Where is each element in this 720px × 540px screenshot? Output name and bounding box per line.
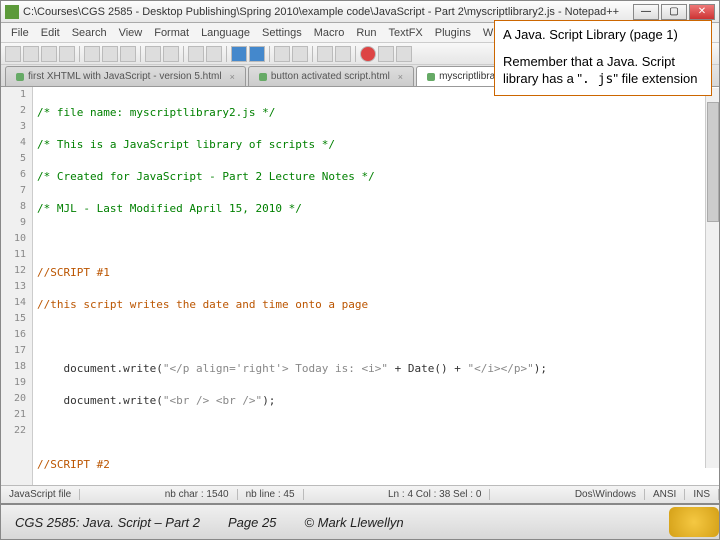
wrap-icon[interactable] (274, 46, 290, 62)
record-icon[interactable] (360, 46, 376, 62)
status-eol: Dos\Windows (567, 489, 645, 500)
tab-file-1[interactable]: first XHTML with JavaScript - version 5.… (5, 66, 246, 86)
status-lines: nb line : 45 (238, 489, 304, 500)
statusbar: JavaScript file nb char : 1540 nb line :… (1, 485, 719, 503)
separator (355, 46, 356, 62)
line-number: 13 (1, 281, 32, 297)
callout-body: Remember that a Java. Script library has… (503, 54, 703, 89)
line-number: 18 (1, 361, 32, 377)
tab-label: first XHTML with JavaScript - version 5.… (28, 71, 222, 82)
menu-language[interactable]: Language (195, 27, 256, 39)
footer-copyright: © Mark Llewellyn (290, 515, 417, 530)
line-number: 7 (1, 185, 32, 201)
separator (183, 46, 184, 62)
status-encoding: ANSI (645, 489, 685, 500)
zoom-in-icon[interactable] (231, 46, 247, 62)
separator (269, 46, 270, 62)
menu-run[interactable]: Run (350, 27, 382, 39)
line-number: 4 (1, 137, 32, 153)
status-filetype: JavaScript file (1, 489, 80, 500)
status-insert: INS (685, 489, 719, 500)
minimize-button[interactable]: — (633, 4, 659, 20)
showall-icon[interactable] (292, 46, 308, 62)
editor-area: 1 2 3 4 5 6 7 8 9 10 11 12 13 14 15 16 1… (1, 87, 719, 485)
status-chars: nb char : 1540 (157, 489, 238, 500)
indent-icon[interactable] (317, 46, 333, 62)
close-tab-icon[interactable]: × (398, 72, 403, 82)
separator (312, 46, 313, 62)
window-title: C:\Courses\CGS 2585 - Desktop Publishing… (23, 6, 633, 18)
menu-macro[interactable]: Macro (308, 27, 351, 39)
maximize-button[interactable]: ▢ (661, 4, 687, 20)
redo-icon[interactable] (163, 46, 179, 62)
line-number: 5 (1, 153, 32, 169)
code-area[interactable]: /* file name: myscriptlibrary2.js */ /* … (33, 87, 719, 485)
line-number: 9 (1, 217, 32, 233)
line-gutter: 1 2 3 4 5 6 7 8 9 10 11 12 13 14 15 16 1… (1, 87, 33, 485)
line-number: 22 (1, 425, 32, 441)
stop-icon[interactable] (396, 46, 412, 62)
line-number: 16 (1, 329, 32, 345)
line-number: 17 (1, 345, 32, 361)
line-number: 6 (1, 169, 32, 185)
saveall-icon[interactable] (59, 46, 75, 62)
status-position: Ln : 4 Col : 38 Sel : 0 (380, 489, 490, 500)
separator (140, 46, 141, 62)
menu-edit[interactable]: Edit (35, 27, 66, 39)
line-number: 15 (1, 313, 32, 329)
menu-view[interactable]: View (113, 27, 149, 39)
cut-icon[interactable] (84, 46, 100, 62)
line-number: 12 (1, 265, 32, 281)
callout-box: A Java. Script Library (page 1) Remember… (494, 20, 712, 96)
line-number: 19 (1, 377, 32, 393)
menu-textfx[interactable]: TextFX (383, 27, 429, 39)
ucf-logo (669, 507, 719, 537)
line-number: 11 (1, 249, 32, 265)
tab-label: button activated script.html (271, 71, 390, 82)
menu-plugins[interactable]: Plugins (429, 27, 477, 39)
line-number: 21 (1, 409, 32, 425)
paste-icon[interactable] (120, 46, 136, 62)
line-number: 10 (1, 233, 32, 249)
line-number: 3 (1, 121, 32, 137)
play-icon[interactable] (378, 46, 394, 62)
scrollbar-thumb[interactable] (707, 102, 719, 222)
menu-format[interactable]: Format (148, 27, 195, 39)
slide-footer: CGS 2585: Java. Script – Part 2 Page 25 … (1, 503, 719, 539)
find-icon[interactable] (188, 46, 204, 62)
file-icon (427, 73, 435, 81)
app-icon (5, 5, 19, 19)
separator (79, 46, 80, 62)
tab-file-2[interactable]: button activated script.html × (248, 66, 414, 86)
close-button[interactable]: ✕ (689, 4, 715, 20)
menu-file[interactable]: File (5, 27, 35, 39)
open-icon[interactable] (23, 46, 39, 62)
line-number: 8 (1, 201, 32, 217)
separator (226, 46, 227, 62)
footer-course: CGS 2585: Java. Script – Part 2 (1, 515, 214, 530)
replace-icon[interactable] (206, 46, 222, 62)
new-icon[interactable] (5, 46, 21, 62)
line-number: 14 (1, 297, 32, 313)
outdent-icon[interactable] (335, 46, 351, 62)
undo-icon[interactable] (145, 46, 161, 62)
menu-search[interactable]: Search (66, 27, 113, 39)
footer-page: Page 25 (214, 515, 290, 530)
line-number: 20 (1, 393, 32, 409)
close-tab-icon[interactable]: × (230, 72, 235, 82)
line-number: 1 (1, 89, 32, 105)
copy-icon[interactable] (102, 46, 118, 62)
file-icon (259, 73, 267, 81)
menu-settings[interactable]: Settings (256, 27, 308, 39)
callout-title: A Java. Script Library (page 1) (503, 27, 703, 44)
save-icon[interactable] (41, 46, 57, 62)
file-icon (16, 73, 24, 81)
zoom-out-icon[interactable] (249, 46, 265, 62)
line-number: 2 (1, 105, 32, 121)
vertical-scrollbar[interactable] (705, 88, 719, 468)
